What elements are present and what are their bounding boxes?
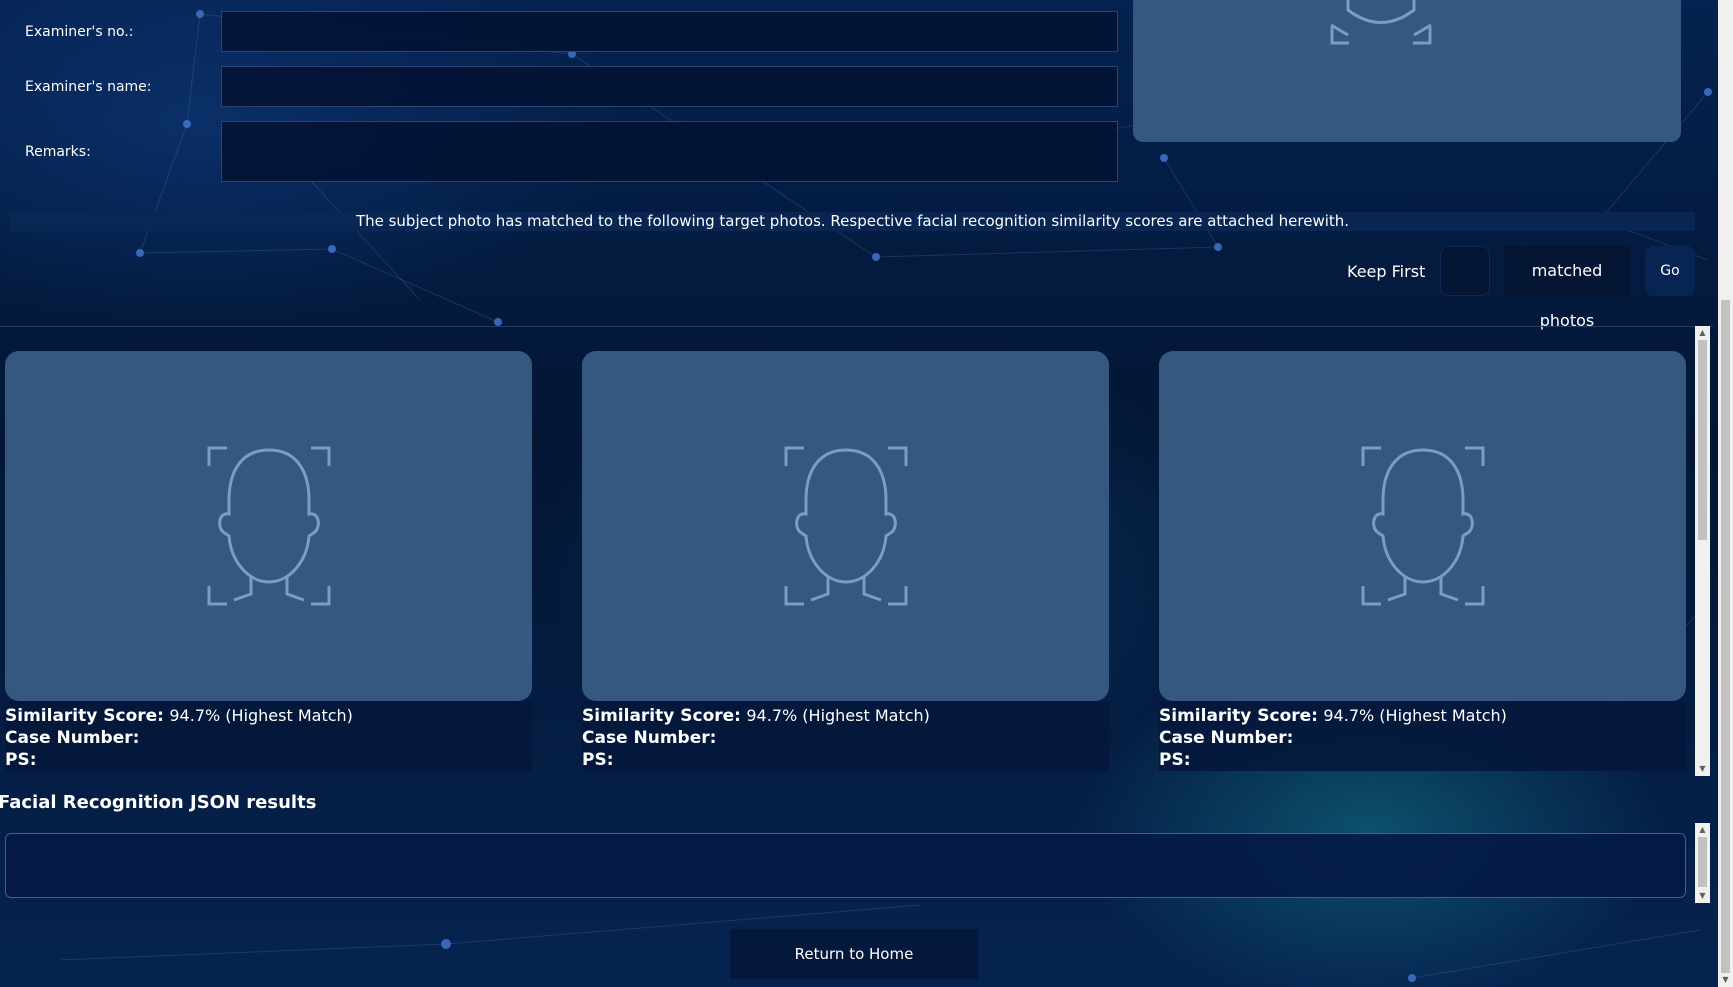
match-photo [5,351,532,701]
case-number-line: Case Number: [5,727,532,749]
json-results-heading: Facial Recognition JSON results [0,792,317,813]
examiner-no-label: Examiner's no.: [25,24,134,40]
ps-label: PS: [5,750,37,770]
similarity-value: 94.7% (Highest Match) [169,706,353,725]
similarity-line: Similarity Score: 94.7% (Highest Match) [5,705,532,727]
case-number-line: Case Number: [1159,727,1686,749]
remarks-input[interactable] [221,121,1118,182]
match-card: Similarity Score: 94.7% (Highest Match) … [582,351,1110,771]
face-scan-icon [784,446,907,606]
scroll-down-icon[interactable]: ▼ [1695,889,1710,903]
keep-first-label: Keep First [1347,262,1426,281]
scroll-up-icon[interactable]: ▲ [1695,326,1710,340]
match-photo [582,351,1109,701]
face-scan-icon [1330,0,1432,45]
examiner-name-label: Examiner's name: [25,79,152,95]
face-scan-icon [207,446,330,606]
similarity-line: Similarity Score: 94.7% (Highest Match) [582,705,1109,727]
case-number-label: Case Number: [582,728,717,748]
scroll-thumb[interactable] [1698,340,1707,540]
ps-label: PS: [1159,750,1191,770]
scroll-up-icon[interactable]: ▲ [1695,823,1710,837]
match-banner: The subject photo has matched to the fol… [10,212,1695,231]
scroll-down-icon[interactable]: ▼ [1695,762,1710,776]
page-scroll-thumb[interactable] [1721,300,1730,978]
page-scrollbar[interactable]: ▼ [1718,0,1733,987]
results-scrollbar[interactable]: ▲ ▼ [1695,326,1710,776]
go-button[interactable]: Go [1645,246,1695,296]
examiner-name-input[interactable] [221,66,1118,107]
case-number-line: Case Number: [582,727,1109,749]
json-scrollbar[interactable]: ▲ ▼ [1695,823,1710,903]
ps-label: PS: [582,750,614,770]
match-info: Similarity Score: 94.7% (Highest Match) … [1159,701,1686,771]
ps-line: PS: [5,749,532,771]
keep-first-input[interactable] [1440,246,1490,296]
remarks-label: Remarks: [25,144,91,160]
case-number-label: Case Number: [5,728,140,748]
face-scan-icon [1361,446,1484,606]
case-number-label: Case Number: [1159,728,1294,748]
subject-photo [1133,0,1681,142]
similarity-line: Similarity Score: 94.7% (Highest Match) [1159,705,1686,727]
match-photo [1159,351,1686,701]
match-info: Similarity Score: 94.7% (Highest Match) … [582,701,1109,771]
json-results-textarea[interactable] [5,833,1686,898]
ps-line: PS: [1159,749,1686,771]
match-card: Similarity Score: 94.7% (Highest Match) … [5,351,533,771]
examiner-no-input[interactable] [221,11,1118,52]
similarity-value: 94.7% (Highest Match) [746,706,930,725]
similarity-value: 94.7% (Highest Match) [1323,706,1507,725]
return-home-button[interactable]: Return to Home [730,929,978,979]
similarity-label: Similarity Score: [1159,706,1318,726]
matched-photos-label: matched photos [1504,246,1630,330]
scroll-down-icon[interactable]: ▼ [1718,973,1733,987]
ps-line: PS: [582,749,1109,771]
similarity-label: Similarity Score: [582,706,741,726]
similarity-label: Similarity Score: [5,706,164,726]
scroll-thumb[interactable] [1698,837,1707,887]
match-card: Similarity Score: 94.7% (Highest Match) … [1159,351,1687,771]
match-info: Similarity Score: 94.7% (Highest Match) … [5,701,532,771]
